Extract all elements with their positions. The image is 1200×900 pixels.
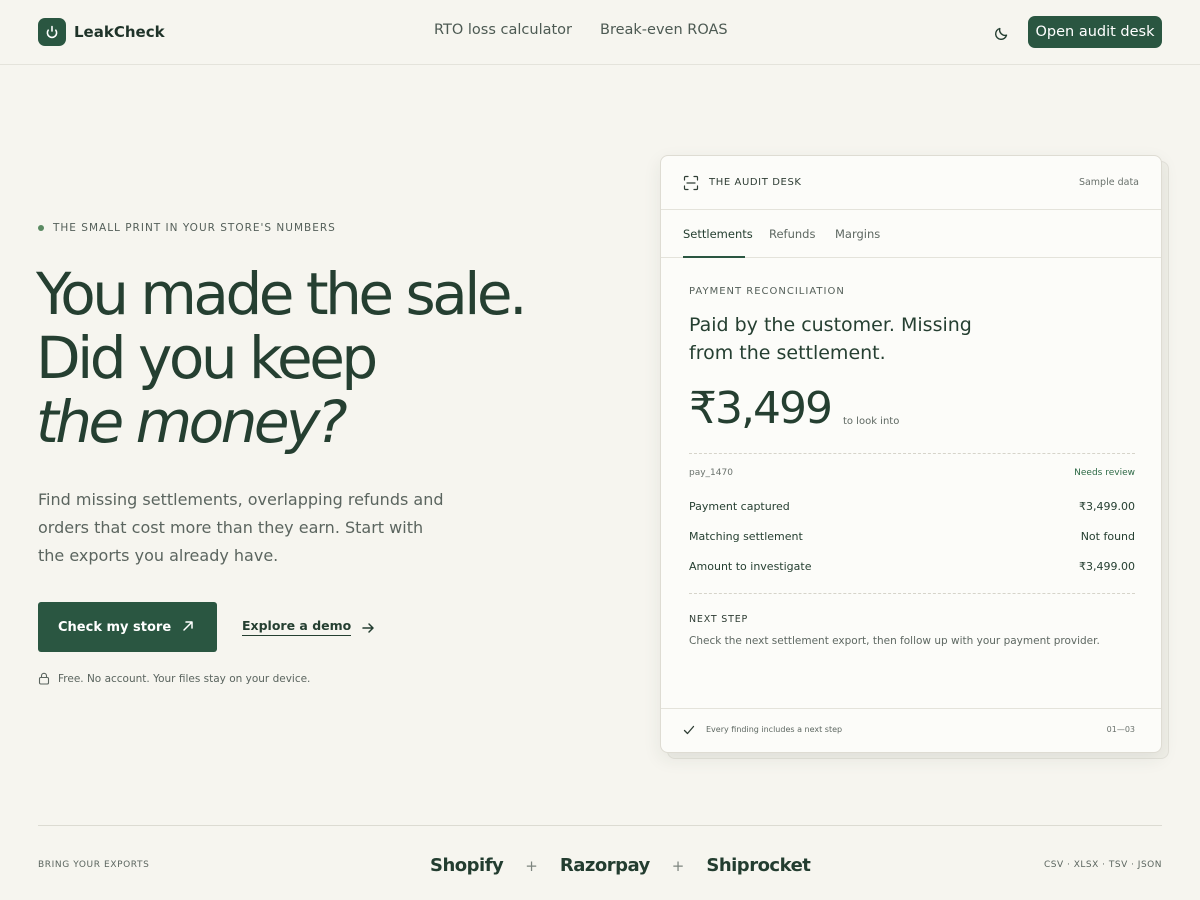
row-label: Amount to investigate — [689, 560, 812, 573]
platform-shopify: Shopify — [430, 855, 504, 876]
main-nav: RTO loss calculator Break-even ROAS — [434, 22, 756, 38]
table-row: Payment captured ₹3,499.00 — [689, 500, 1135, 513]
tab-settlements[interactable]: Settlements — [683, 227, 753, 241]
tab-refunds[interactable]: Refunds — [769, 227, 815, 241]
sample-data-badge: Sample data — [1078, 177, 1139, 188]
explore-demo-label: Explore a demo — [242, 618, 352, 636]
divider — [689, 593, 1135, 594]
row-label: Payment captured — [689, 500, 790, 513]
status-badge: Needs review — [1074, 468, 1135, 478]
logo[interactable]: LeakCheck — [38, 18, 165, 46]
open-audit-desk-button[interactable]: Open audit desk — [1028, 16, 1162, 48]
privacy-note: Free. No account. Your files stay on you… — [38, 672, 310, 685]
hero-lede: Find missing settlements, overlapping re… — [38, 490, 444, 565]
check-my-store-button[interactable]: Check my store — [38, 602, 217, 652]
exports-label: BRING YOUR EXPORTS — [38, 860, 150, 870]
section-divider — [38, 825, 1162, 826]
hero-eyebrow: THE SMALL PRINT IN YOUR STORE'S NUMBERS — [38, 222, 336, 234]
finding-category: PAYMENT RECONCILIATION — [689, 286, 845, 297]
platform-shiprocket: Shiprocket — [706, 855, 811, 876]
brand-name: LeakCheck — [74, 23, 165, 41]
next-step-text: Check the next settlement export, then f… — [689, 635, 1100, 647]
nav-rto-loss-calculator[interactable]: RTO loss calculator — [434, 22, 572, 38]
card-footer: Every finding includes a next step 01—03 — [661, 708, 1161, 752]
plus-icon: + — [525, 856, 538, 875]
headline-line-2: Did you keep — [36, 324, 378, 392]
hero-headline: You made the sale. Did you keep the mone… — [36, 262, 596, 454]
table-row: Matching settlement Not found — [689, 530, 1135, 543]
payment-id: pay_1470 — [689, 468, 733, 478]
next-step-label: NEXT STEP — [689, 614, 749, 625]
arrow-up-right-icon — [183, 621, 193, 631]
privacy-note-text: Free. No account. Your files stay on you… — [58, 672, 311, 685]
lock-icon — [38, 672, 50, 685]
footer-note: Every finding includes a next step — [706, 725, 843, 734]
finding-panel: PAYMENT RECONCILIATION Paid by the custo… — [689, 286, 1135, 647]
payment-meta: pay_1470 Needs review — [689, 468, 1135, 478]
row-value: Not found — [1080, 530, 1135, 543]
supported-formats: CSV · XLSX · TSV · JSON — [1043, 860, 1162, 870]
finding-pager: 01—03 — [1106, 725, 1135, 734]
amount-row: ₹3,499 to look into — [689, 383, 1135, 435]
eyebrow-dot-icon — [38, 225, 44, 231]
card-header: THE AUDIT DESK Sample data — [661, 156, 1161, 210]
check-icon — [683, 725, 695, 735]
table-row: Amount to investigate ₹3,499.00 — [689, 560, 1135, 573]
logo-mark-icon — [38, 18, 66, 46]
site-header: LeakCheck RTO loss calculator Break-even… — [0, 0, 1200, 65]
eyebrow-text: THE SMALL PRINT IN YOUR STORE'S NUMBERS — [53, 222, 336, 234]
platform-razorpay: Razorpay — [559, 855, 650, 876]
check-my-store-label: Check my store — [58, 619, 172, 635]
supported-platforms: Shopify + Razorpay + Shiprocket — [430, 855, 811, 876]
row-label: Matching settlement — [689, 530, 803, 543]
finding-title: Paid by the customer. Missing from the s… — [689, 314, 972, 364]
finding-amount: ₹3,499 — [689, 383, 833, 434]
explore-demo-link[interactable]: Explore a demo — [242, 618, 375, 636]
card-tabs: Settlements Refunds Margins — [661, 210, 1161, 258]
audit-desk-card: THE AUDIT DESK Sample data Settlements R… — [660, 155, 1162, 753]
arrow-right-icon — [362, 622, 374, 633]
scan-icon — [683, 175, 699, 191]
tab-margins[interactable]: Margins — [835, 227, 880, 241]
moon-icon — [994, 27, 1008, 41]
row-value: ₹3,499.00 — [1079, 560, 1135, 573]
active-tab-indicator — [683, 256, 745, 258]
headline-line-3: the money? — [36, 388, 348, 456]
headline-line-1: You made the sale. — [36, 260, 528, 328]
divider — [689, 453, 1135, 454]
card-title: THE AUDIT DESK — [709, 177, 802, 188]
theme-toggle-button[interactable] — [990, 21, 1014, 45]
row-value: ₹3,499.00 — [1079, 500, 1135, 513]
plus-icon: + — [671, 856, 685, 875]
nav-break-even-roas[interactable]: Break-even ROAS — [600, 22, 728, 38]
amount-note: to look into — [842, 416, 900, 427]
